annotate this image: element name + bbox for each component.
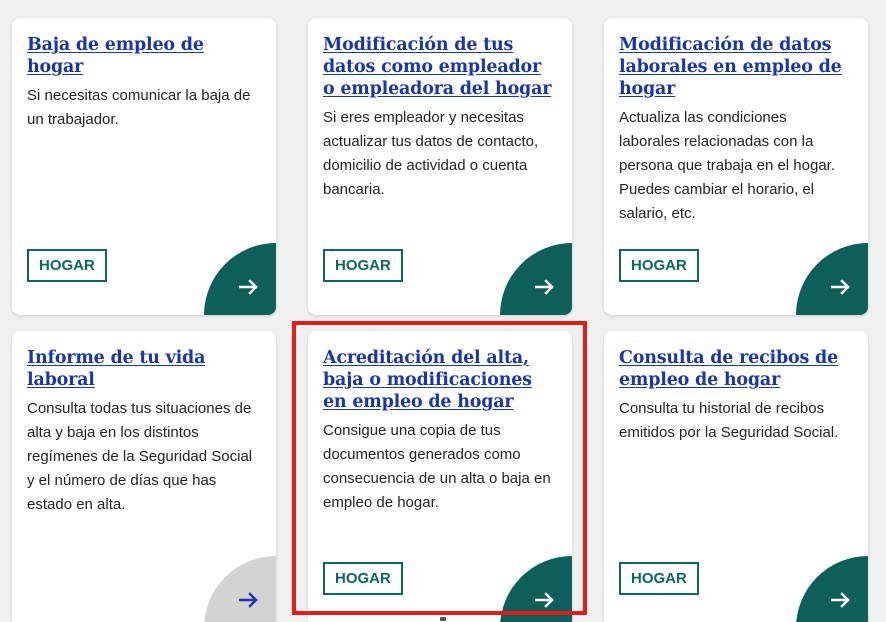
services-grid: Baja de empleo de hogar Si necesitas com…	[12, 18, 868, 622]
arrow-right-icon	[831, 279, 851, 295]
card-acreditacion-alta-baja: Acreditación del alta, baja o modificaci…	[308, 331, 572, 622]
card-modificacion-datos-laborales: Modificación de datos laborales en emple…	[604, 18, 868, 315]
card-title-link[interactable]: Modificación de datos laborales en emple…	[619, 34, 854, 100]
arrow-right-icon	[239, 279, 259, 295]
card-arrow-button[interactable]	[796, 243, 868, 315]
card-title-link[interactable]: Consulta de recibos de empleo de hogar	[619, 347, 854, 391]
card-description: Consulta tu historial de recibos emitido…	[619, 400, 839, 441]
card-arrow-button[interactable]	[500, 243, 572, 315]
category-tag: HOGAR	[323, 249, 403, 282]
card-title-link[interactable]: Informe de tu vida laboral	[27, 347, 262, 391]
card-title-link[interactable]: Acreditación del alta, baja o modificaci…	[323, 347, 558, 413]
card-consulta-recibos: Consulta de recibos de empleo de hogar C…	[604, 331, 868, 622]
arrow-right-icon	[831, 592, 851, 608]
card-description: Consigue una copia de tus documentos gen…	[323, 422, 551, 511]
card-title-link[interactable]: Baja de empleo de hogar	[27, 34, 262, 78]
card-title-link[interactable]: Modificación de tus datos como empleador…	[323, 34, 558, 100]
card-description: Consulta todas tus situaciones de alta y…	[27, 400, 253, 513]
arrow-right-icon	[535, 592, 555, 608]
card-description: Si eres empleador y necesitas actualizar…	[323, 109, 539, 198]
category-tag: HOGAR	[619, 249, 699, 282]
scroll-indicator	[440, 617, 446, 621]
arrow-right-icon	[535, 279, 555, 295]
card-arrow-button[interactable]	[204, 243, 276, 315]
card-arrow-button[interactable]	[796, 556, 868, 622]
card-arrow-button[interactable]	[204, 556, 276, 622]
card-arrow-button[interactable]	[500, 556, 572, 622]
card-modificacion-datos-empleador: Modificación de tus datos como empleador…	[308, 18, 572, 315]
card-description: Si necesitas comunicar la baja de un tra…	[27, 87, 251, 128]
category-tag: HOGAR	[619, 562, 699, 595]
category-tag: HOGAR	[27, 249, 107, 282]
card-baja-empleo-hogar: Baja de empleo de hogar Si necesitas com…	[12, 18, 276, 315]
card-informe-vida-laboral: Informe de tu vida laboral Consulta toda…	[12, 331, 276, 622]
card-description: Actualiza las condiciones laborales rela…	[619, 109, 835, 222]
category-tag: HOGAR	[323, 562, 403, 595]
arrow-right-icon	[239, 592, 259, 608]
